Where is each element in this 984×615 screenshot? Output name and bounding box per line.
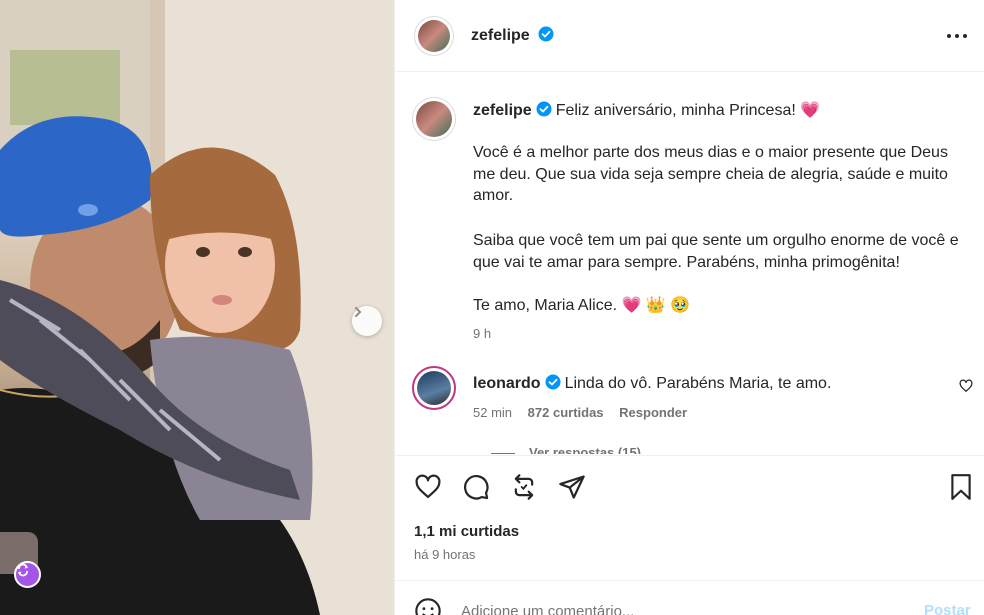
caption-paragraph-3: Te amo, Maria Alice. 💗 👑 🥹	[473, 297, 691, 314]
verified-badge-icon	[536, 101, 552, 117]
emoji-smile-icon	[415, 598, 441, 615]
comment-time: 52 min	[473, 405, 513, 420]
sync-icon	[18, 563, 28, 577]
comment-input[interactable]	[461, 599, 881, 615]
post-actions: 1,1 mi curtidas há 9 horas	[395, 455, 984, 580]
caption-headline-row: zefelipe Feliz aniversário, minha Prince…	[473, 100, 973, 122]
comment-button[interactable]	[461, 472, 491, 502]
caption: zefelipe Feliz aniversário, minha Prince…	[473, 100, 973, 122]
more-options-button[interactable]	[944, 24, 970, 48]
remix-badge-icon[interactable]	[14, 561, 41, 588]
post-comment-button[interactable]: Postar	[924, 602, 971, 615]
verified-badge-icon	[545, 374, 561, 390]
post-timestamp[interactable]: há 9 horas	[414, 547, 475, 562]
comment-author-avatar[interactable]	[412, 366, 456, 410]
author-username[interactable]: zefelipe	[471, 27, 530, 44]
view-replies-label[interactable]: Ver respostas (15)	[529, 445, 641, 454]
save-button[interactable]	[946, 472, 976, 502]
comment-like-button[interactable]	[959, 379, 975, 395]
add-comment-bar: Postar	[395, 580, 984, 615]
comment-bubble-icon	[464, 475, 489, 500]
caption-time: 9 h	[473, 326, 492, 341]
comment-meta: 52 min 872 curtidas Responder	[473, 405, 687, 420]
post-photo	[0, 0, 394, 615]
header-author: zefelipe	[471, 26, 554, 45]
view-replies-link[interactable]: Ver respostas (15)	[491, 445, 641, 454]
bookmark-icon	[951, 474, 971, 500]
caption-paragraph-1: Você é a melhor parte dos meus dias e o …	[473, 144, 948, 204]
author-avatar[interactable]	[414, 16, 454, 56]
replies-line	[491, 453, 515, 454]
comment-body: leonardo Linda do vô. Parabéns Maria, te…	[473, 373, 943, 395]
repost-button[interactable]	[509, 472, 539, 502]
caption-author-username[interactable]: zefelipe	[473, 102, 532, 119]
caption-headline: Feliz aniversário, minha Princesa! 💗	[555, 102, 821, 119]
heart-outline-icon	[415, 474, 441, 499]
more-horizontal-icon	[947, 34, 967, 38]
post-header: zefelipe	[395, 0, 984, 72]
emoji-button[interactable]	[414, 597, 442, 615]
comment-author-username[interactable]: leonardo	[473, 375, 541, 392]
caption-paragraph-2: Saiba que você tem um pai que sente um o…	[473, 232, 959, 271]
chevron-right-icon	[355, 307, 362, 317]
verified-badge-icon	[538, 26, 554, 42]
repost-icon	[514, 474, 534, 500]
heart-outline-icon	[959, 379, 973, 392]
like-button[interactable]	[413, 472, 443, 502]
comment-likes[interactable]: 872 curtidas	[528, 405, 604, 420]
share-button[interactable]	[557, 472, 587, 502]
comment-item: leonardo Linda do vô. Parabéns Maria, te…	[473, 373, 943, 395]
comment-text: Linda do vô. Parabéns Maria, te amo.	[564, 375, 832, 392]
next-photo-button[interactable]	[352, 306, 382, 336]
likes-count[interactable]: 1,1 mi curtidas	[414, 523, 519, 540]
reply-button[interactable]: Responder	[619, 405, 687, 420]
caption-author-avatar[interactable]	[412, 97, 456, 141]
comments-section[interactable]: zefelipe Feliz aniversário, minha Prince…	[395, 73, 984, 454]
send-paper-plane-icon	[559, 475, 585, 499]
